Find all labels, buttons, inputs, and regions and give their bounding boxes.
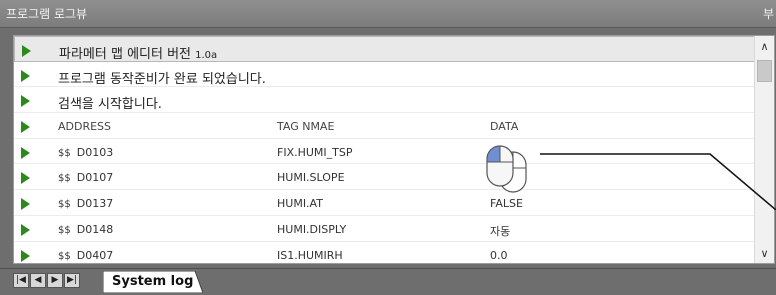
row-arrow-icon [21, 121, 30, 134]
data-cell: 자동 [490, 224, 511, 238]
row-arrow-icon [21, 69, 30, 82]
column-header-tag: TAG NMAE [277, 120, 335, 134]
prev-icon[interactable]: ◀ [30, 273, 46, 288]
column-header-row: ADDRESS TAG NMAE DATA [14, 113, 756, 139]
tab-system-log[interactable]: System log [103, 271, 203, 293]
mouse-icon [486, 145, 527, 193]
tag-cell: FIX.HUMI_TSP [277, 145, 353, 159]
chevron-down-icon[interactable]: ∨ [755, 245, 774, 263]
column-header-address: ADDRESS [58, 120, 112, 134]
log-message-text: 프로그램 동작준비가 완료 되었습니다. [58, 71, 266, 87]
tag-cell: HUMI.DISPLY [277, 222, 347, 236]
column-header-data: DATA [490, 120, 519, 134]
last-icon[interactable]: ▶| [64, 273, 80, 288]
window-title: 프로그램 로그뷰 [6, 7, 88, 21]
title-right-label: 부 [762, 7, 774, 21]
address-cell: $$ D0107 [58, 171, 114, 185]
scrollbar-thumb[interactable] [757, 60, 772, 82]
table-row[interactable]: $$ D0148 HUMI.DISPLY 자동 [14, 216, 756, 242]
log-message-row[interactable]: 검색을 시작합니다. [14, 87, 756, 114]
address-cell: $$ D0137 [58, 197, 114, 211]
address-cell: $$ D0148 [58, 222, 114, 236]
first-icon[interactable]: |◀ [13, 273, 29, 288]
mouse-front-shape [486, 145, 514, 187]
row-arrow-icon [21, 146, 30, 159]
row-arrow-icon [21, 198, 30, 211]
data-cell: 0.0 [490, 248, 508, 262]
row-arrow-icon [21, 172, 30, 185]
address-cell: $$ D0407 [58, 248, 114, 262]
chevron-up-icon[interactable]: ∧ [755, 38, 774, 56]
tag-cell: HUMI.AT [277, 197, 323, 211]
tag-cell: HUMI.SLOPE [277, 171, 345, 185]
row-arrow-icon [21, 249, 30, 262]
log-message-row[interactable]: 파라메터 맵 에디터 버전 1.0a [14, 36, 756, 62]
tab-bar: |◀ ◀ ▶ ▶| System log [0, 268, 776, 295]
log-message-text: 파라메터 맵 에디터 버전 1.0a [59, 47, 218, 62]
address-cell: $$ D0103 [58, 145, 114, 159]
table-row[interactable]: $$ D0407 IS1.HUMIRH 0.0 [14, 242, 756, 264]
next-icon[interactable]: ▶ [47, 273, 63, 288]
row-arrow-icon [21, 95, 30, 108]
tag-cell: IS1.HUMIRH [277, 248, 343, 262]
log-message-text: 검색을 시작합니다. [58, 97, 162, 113]
log-message-row[interactable]: 프로그램 동작준비가 완료 되었습니다. [14, 62, 756, 88]
title-bar: 프로그램 로그뷰 부 [0, 0, 776, 28]
tab-label: System log [112, 274, 194, 289]
log-viewer-window: 프로그램 로그뷰 부 파라메터 맵 에디터 버전 1.0a 프로그램 동작준비가… [0, 0, 776, 295]
row-arrow-icon [22, 45, 31, 57]
row-arrow-icon [21, 223, 30, 236]
callout-line [540, 153, 776, 210]
